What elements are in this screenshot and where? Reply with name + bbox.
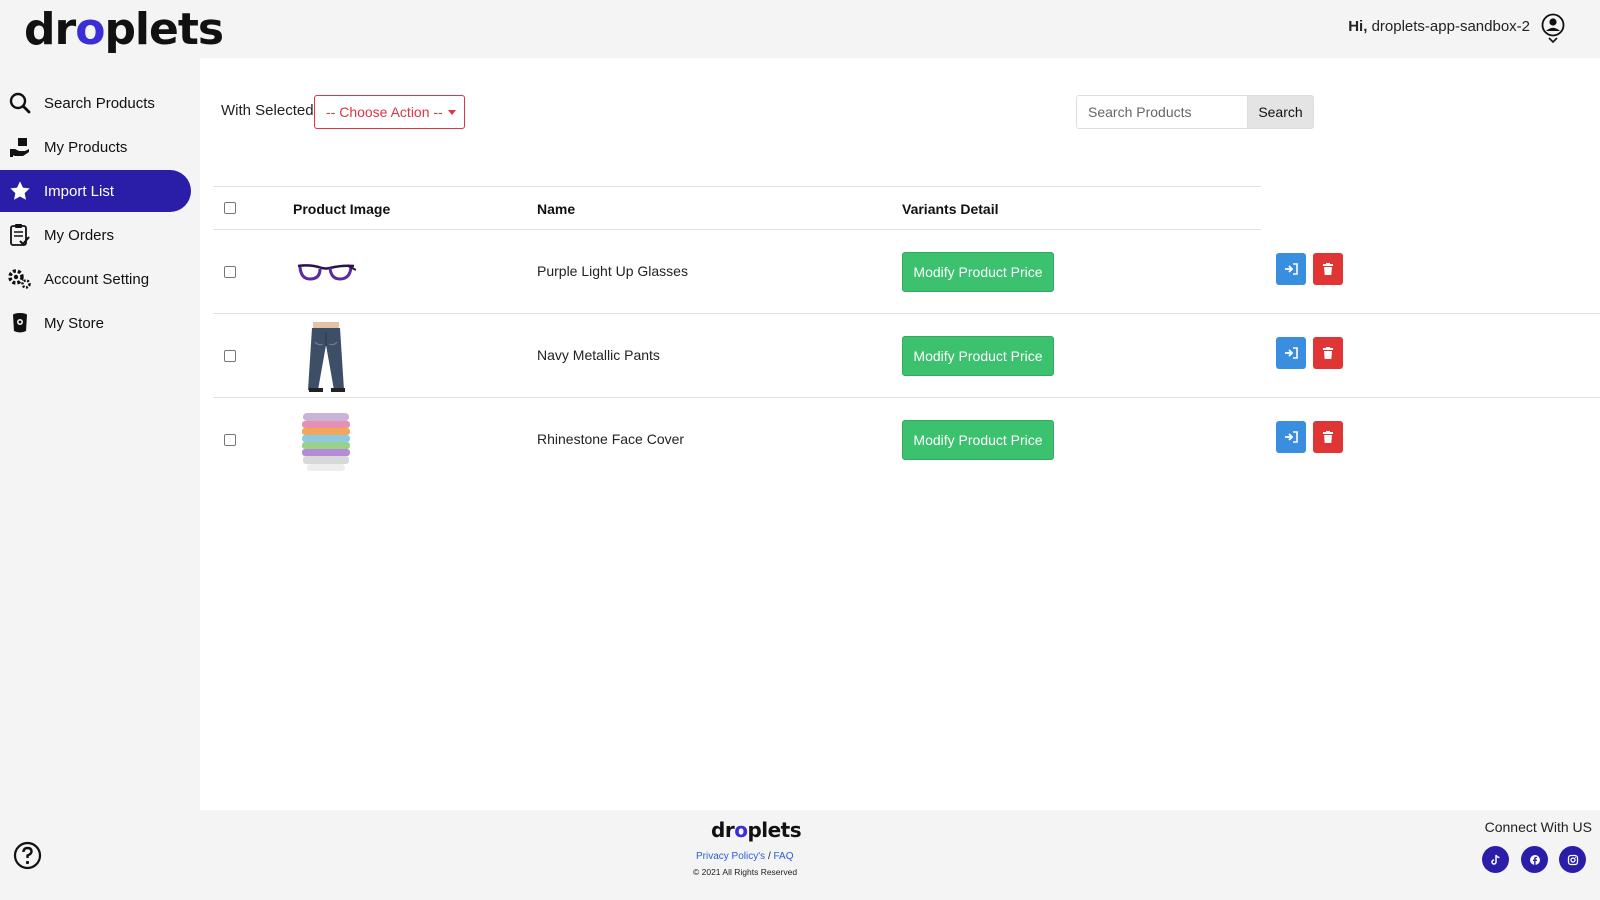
select-all-checkbox[interactable]	[224, 202, 236, 214]
footer-droplets-logo: droplets	[711, 818, 802, 842]
privacy-policy-link[interactable]: Privacy Policy's	[696, 851, 765, 862]
droplets-logo[interactable]: droplets	[24, 4, 224, 55]
import-product-button[interactable]	[1276, 421, 1306, 453]
main-content: With Selected: -- Choose Action -- Searc…	[200, 58, 1600, 810]
sidebar-item-account-setting[interactable]: Account Setting	[0, 258, 191, 300]
sidebar-item-label: My Products	[44, 138, 128, 156]
sidebar-item-label: Search Products	[44, 94, 155, 112]
product-name: Rhinestone Face Cover	[537, 431, 685, 447]
modify-product-price-button[interactable]: Modify Product Price	[902, 252, 1054, 292]
sidebar-item-label: Account Setting	[44, 270, 150, 288]
sidebar-item-my-store[interactable]: My Store	[0, 302, 191, 344]
search-icon	[8, 91, 32, 115]
sidebar-item-my-orders[interactable]: My Orders	[0, 214, 191, 256]
delete-product-button[interactable]	[1313, 337, 1343, 369]
choose-action-label: -- Choose Action --	[326, 104, 443, 120]
search-button[interactable]: Search	[1247, 95, 1314, 129]
sidebar-item-search-products[interactable]: Search Products	[0, 82, 191, 124]
store-icon	[8, 311, 32, 335]
row-checkbox[interactable]	[224, 266, 236, 278]
star-icon	[8, 179, 32, 203]
choose-action-dropdown[interactable]: -- Choose Action --	[314, 95, 465, 129]
user-greeting: Hi, droplets-app-sandbox-2	[1348, 18, 1530, 35]
trash-icon	[1323, 263, 1333, 275]
sign-in-icon	[1285, 263, 1298, 275]
face-cover-image	[291, 406, 361, 476]
modify-product-price-button[interactable]: Modify Product Price	[902, 336, 1054, 376]
import-product-button[interactable]	[1276, 253, 1306, 285]
connect-with-us-label: Connect With US	[1484, 819, 1592, 835]
product-name: Navy Metallic Pants	[537, 347, 660, 363]
jeans-image	[291, 322, 361, 392]
faq-link[interactable]: FAQ	[774, 851, 794, 862]
delete-product-button[interactable]	[1313, 253, 1343, 285]
trash-icon	[1323, 347, 1333, 359]
delete-product-button[interactable]	[1313, 421, 1343, 453]
copyright-text: © 2021 All Rights Reserved	[693, 867, 798, 877]
sidebar-item-label: Import List	[44, 182, 115, 200]
tiktok-icon[interactable]	[1482, 846, 1509, 873]
sidebar-item-label: My Store	[44, 314, 105, 332]
sign-in-icon	[1285, 431, 1298, 443]
hand-box-icon	[8, 135, 32, 159]
chevron-down-icon	[447, 109, 456, 115]
row-checkbox[interactable]	[224, 434, 236, 446]
help-icon[interactable]	[13, 841, 42, 870]
user-account-icon[interactable]	[1540, 13, 1566, 44]
sidebar-item-my-products[interactable]: My Products	[0, 126, 191, 168]
column-header-product-image: Product Image	[293, 201, 391, 217]
product-name: Purple Light Up Glasses	[537, 263, 688, 279]
sidebar-item-label: My Orders	[44, 226, 115, 244]
footer-divider	[1350, 809, 1460, 810]
column-header-variants-detail: Variants Detail	[902, 201, 999, 217]
footer: droplets Privacy Policy's / FAQ © 2021 A…	[200, 809, 1600, 900]
sidebar: Search Products My Products Import List …	[0, 58, 200, 810]
import-product-button[interactable]	[1276, 337, 1306, 369]
footer-links: Privacy Policy's / FAQ	[696, 851, 794, 862]
table-row: Purple Light Up Glasses Modify Product P…	[213, 230, 1600, 314]
trash-icon	[1323, 431, 1333, 443]
footer-link-separator: /	[767, 851, 771, 862]
modify-product-price-button[interactable]: Modify Product Price	[902, 420, 1054, 460]
glasses-image	[291, 238, 361, 308]
facebook-icon[interactable]	[1521, 846, 1548, 873]
column-header-name: Name	[537, 201, 576, 217]
table-row: Rhinestone Face Cover Modify Product Pri…	[213, 398, 1600, 482]
clipboard-check-icon	[8, 223, 32, 247]
search-input[interactable]	[1076, 95, 1247, 129]
table-header: Product Image Name Variants Detail	[213, 186, 1261, 230]
top-bar: droplets Hi, droplets-app-sandbox-2	[0, 0, 1600, 58]
gear-icon	[8, 267, 32, 291]
row-checkbox[interactable]	[224, 350, 236, 362]
table-row: Navy Metallic Pants Modify Product Price	[213, 314, 1600, 398]
with-selected-label: With Selected:	[221, 102, 318, 119]
sign-in-icon	[1285, 347, 1298, 359]
instagram-icon[interactable]	[1559, 846, 1586, 873]
sidebar-item-import-list[interactable]: Import List	[0, 170, 191, 212]
